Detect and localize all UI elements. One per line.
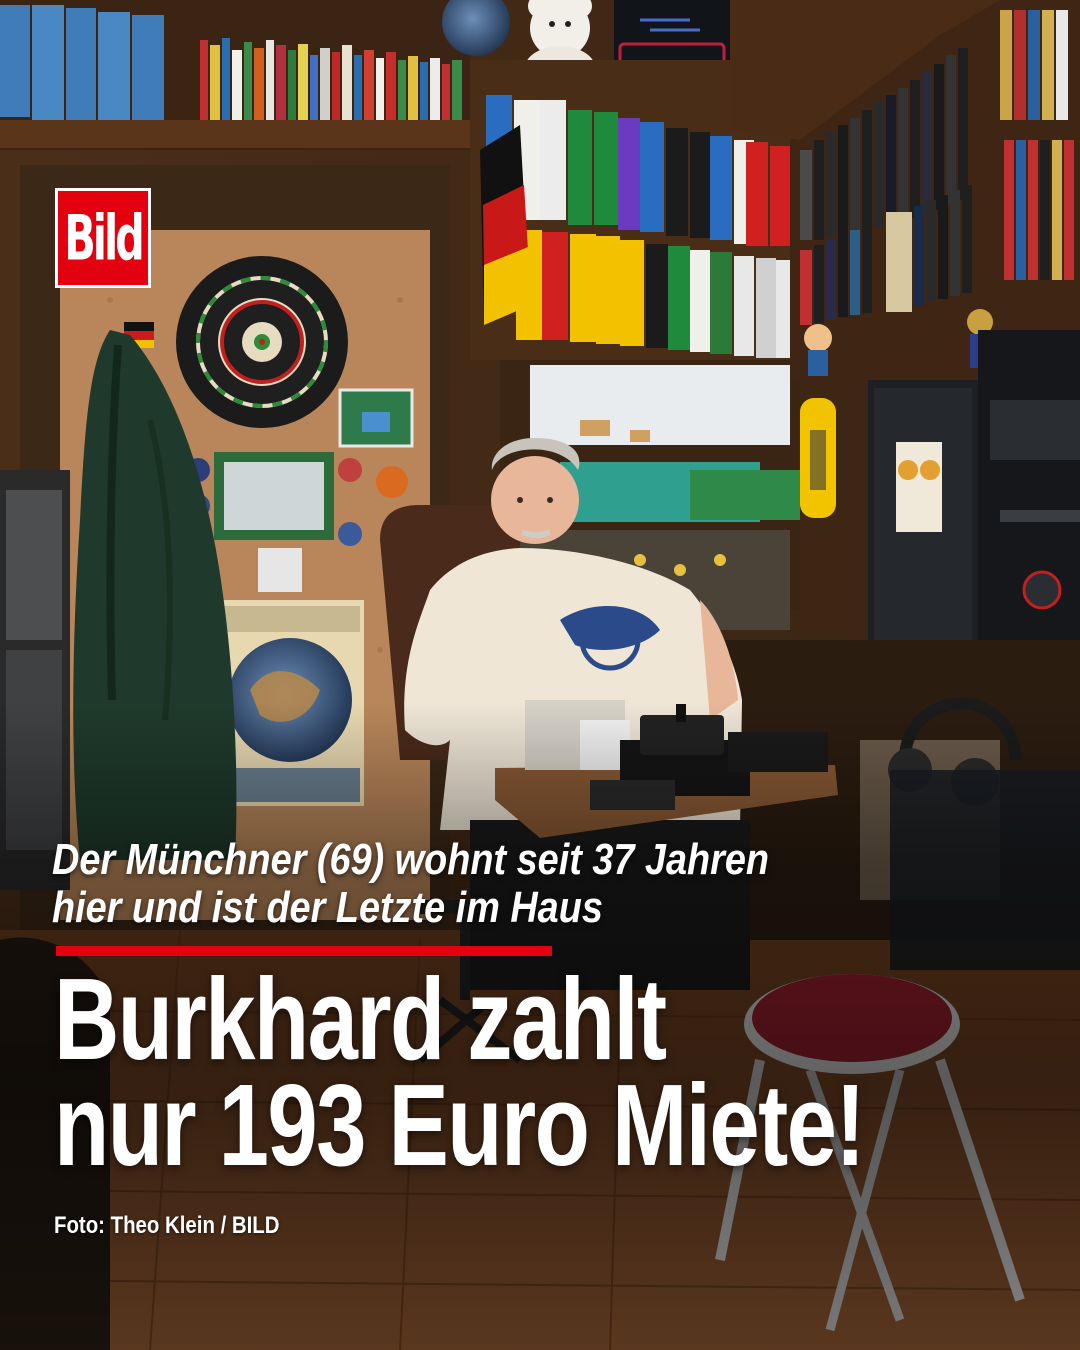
bild-logo: Bild — [55, 188, 151, 288]
photo-credit: Foto: Theo Klein / BILD — [54, 1212, 280, 1239]
headline: Burkhard zahlt nur 193 Euro Miete! — [54, 954, 866, 1190]
kicker-line-2: hier und ist der Letzte im Haus — [52, 883, 603, 932]
headline-line-2: nur 193 Euro Miete! — [54, 1060, 866, 1190]
headline-line-1: Burkhard zahlt — [54, 954, 667, 1084]
kicker-line-1: Der Münchner (69) wohnt seit 37 Jahren — [52, 835, 770, 884]
kicker: Der Münchner (69) wohnt seit 37 Jahren h… — [52, 836, 826, 932]
bild-logo-text: Bild — [64, 201, 144, 275]
social-post: Bild Der Münchner (69) wohnt seit 37 Jah… — [0, 0, 1080, 1350]
